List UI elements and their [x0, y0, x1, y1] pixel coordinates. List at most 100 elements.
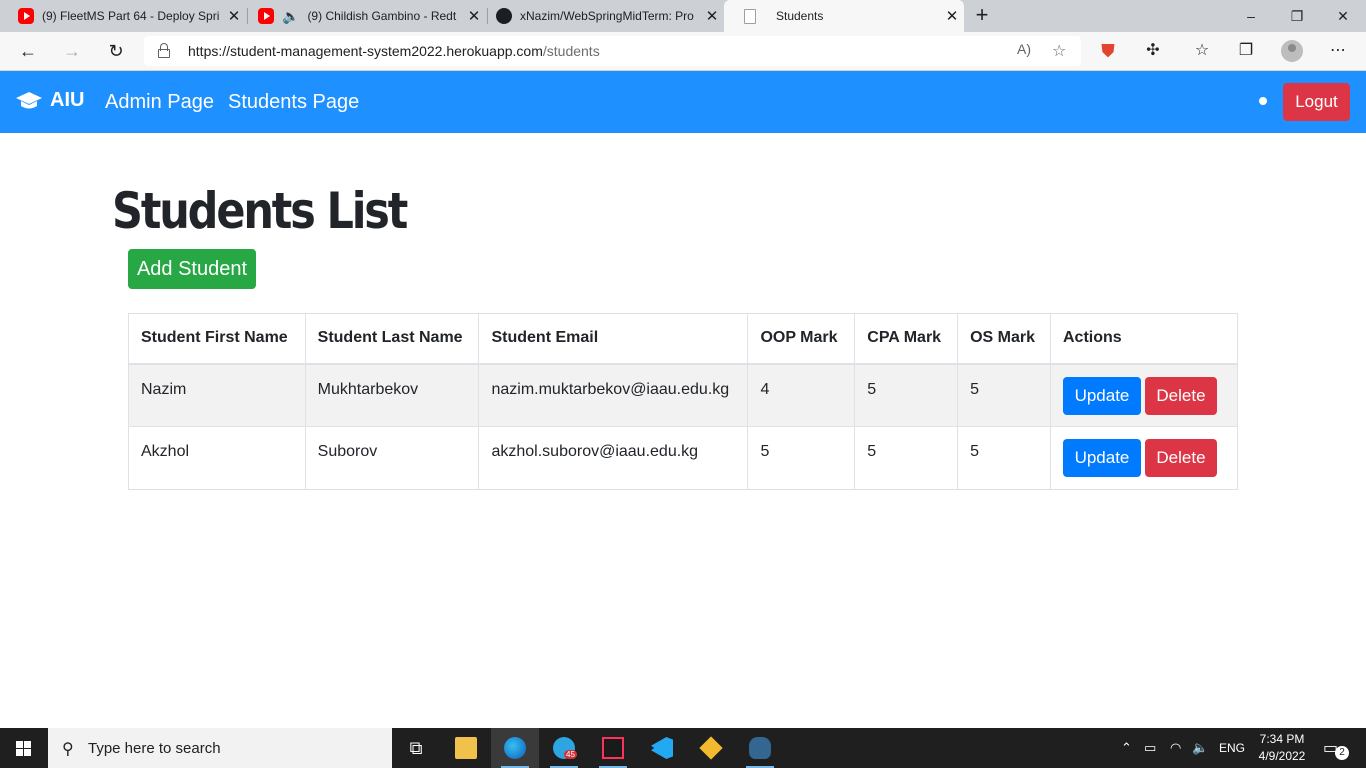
- edge-app[interactable]: [491, 728, 539, 768]
- column-header: Student Last Name: [304, 313, 480, 365]
- windows-taskbar: ⚲ Type here to search ⧉ 45 ⌃ ▭ ◠ 🔈 ENG 7…: [0, 728, 1366, 768]
- browser-tab-strip: (9) FleetMS Part 64 - Deploy Spri ✕ 🔈 (9…: [0, 0, 1366, 32]
- search-placeholder: Type here to search: [88, 740, 221, 757]
- notification-count: 2: [1335, 746, 1349, 760]
- column-header: Actions: [1049, 313, 1239, 365]
- table-row: Akzhol Suborov akzhol.suborov@iaau.edu.k…: [128, 426, 1239, 490]
- extensions-icon[interactable]: ✣: [1142, 40, 1164, 62]
- profile-icon[interactable]: [1281, 40, 1303, 62]
- cell-first-name: Nazim: [128, 363, 306, 427]
- url-text: https://student-management-system2022.he…: [188, 43, 600, 59]
- collections-icon[interactable]: ❐: [1235, 40, 1257, 62]
- page-icon: [744, 8, 756, 24]
- file-explorer-app[interactable]: [442, 728, 490, 768]
- intellij-app[interactable]: [589, 728, 637, 768]
- address-bar[interactable]: https://student-management-system2022.he…: [144, 36, 1081, 66]
- tab-title: Students: [776, 9, 824, 23]
- cell-email: akzhol.suborov@iaau.edu.kg: [478, 426, 749, 490]
- students-table: Student First Name Student Last Name Stu…: [128, 313, 1239, 490]
- close-tab-icon[interactable]: ✕: [700, 7, 724, 25]
- binance-icon: [699, 736, 723, 760]
- add-favorite-icon[interactable]: ☆: [1052, 41, 1066, 61]
- table-header-row: Student First Name Student Last Name Stu…: [128, 313, 1239, 365]
- github-icon: [496, 8, 512, 24]
- close-tab-icon[interactable]: ✕: [940, 7, 964, 25]
- windows-logo-icon: [16, 741, 32, 756]
- youtube-icon: [258, 8, 274, 24]
- cell-last-name: Suborov: [304, 426, 480, 490]
- forward-icon[interactable]: →: [57, 37, 87, 65]
- nav-admin-page[interactable]: Admin Page: [105, 91, 214, 114]
- column-header: Student First Name: [128, 313, 306, 365]
- cell-os-mark: 5: [957, 363, 1051, 427]
- close-window-button[interactable]: ✕: [1320, 0, 1366, 32]
- folder-icon: [455, 737, 477, 759]
- cell-email: nazim.muktarbekov@iaau.edu.kg: [478, 363, 749, 427]
- update-button[interactable]: Update: [1062, 439, 1141, 477]
- task-view-icon[interactable]: ⧉: [392, 728, 440, 768]
- start-button[interactable]: [0, 728, 48, 768]
- lock-icon[interactable]: [158, 43, 170, 58]
- browser-tab[interactable]: xNazim/WebSpringMidTerm: Pro ✕: [488, 0, 724, 32]
- graduation-cap-icon: [16, 91, 42, 108]
- delete-button[interactable]: Delete: [1144, 376, 1217, 415]
- column-header: CPA Mark: [854, 313, 959, 365]
- cell-os-mark: 5: [957, 426, 1051, 490]
- system-clock[interactable]: 7:34 PM 4/9/2022: [1252, 731, 1312, 765]
- tab-title: (9) FleetMS Part 64 - Deploy Spri: [42, 9, 220, 23]
- close-tab-icon[interactable]: ✕: [462, 7, 486, 25]
- shield-icon[interactable]: ⛊: [1097, 40, 1119, 62]
- add-student-button[interactable]: Add Student: [128, 249, 256, 289]
- back-icon[interactable]: ←: [13, 37, 43, 65]
- speaker-icon[interactable]: 🔈: [282, 8, 299, 25]
- column-header: Student Email: [478, 313, 749, 365]
- vscode-app[interactable]: [638, 728, 686, 768]
- binance-app[interactable]: [687, 728, 735, 768]
- refresh-icon[interactable]: ↻: [101, 37, 131, 65]
- notification-center-icon[interactable]: ▭ 2: [1323, 738, 1349, 760]
- logout-button[interactable]: Logut: [1283, 83, 1350, 121]
- browser-tab-active[interactable]: Students ✕: [724, 0, 964, 32]
- browser-tab[interactable]: (9) FleetMS Part 64 - Deploy Spri ✕: [0, 0, 246, 32]
- nav-students-page[interactable]: Students Page: [228, 91, 359, 114]
- intellij-icon: [602, 737, 624, 759]
- browser-toolbar: ← → ↻ https://student-management-system2…: [0, 32, 1366, 71]
- tab-title: xNazim/WebSpringMidTerm: Pro: [520, 9, 694, 23]
- more-menu-icon[interactable]: ⋯: [1327, 40, 1349, 62]
- telegram-app[interactable]: 45: [540, 728, 588, 768]
- battery-icon[interactable]: ▭: [1144, 728, 1156, 768]
- new-tab-button[interactable]: +: [968, 0, 996, 32]
- cell-oop-mark: 5: [747, 426, 856, 490]
- chevron-up-icon[interactable]: ⌃: [1121, 728, 1132, 768]
- cell-cpa-mark: 5: [854, 426, 959, 490]
- update-button[interactable]: Update: [1062, 376, 1141, 415]
- search-icon: ⚲: [62, 741, 74, 758]
- delete-button[interactable]: Delete: [1144, 439, 1217, 477]
- wifi-icon[interactable]: ◠: [1170, 728, 1181, 768]
- url-path: /students: [542, 43, 600, 59]
- column-header: OS Mark: [957, 313, 1051, 365]
- volume-icon[interactable]: 🔈: [1192, 728, 1208, 768]
- cell-actions: Update Delete: [1049, 363, 1239, 427]
- taskbar-search-box[interactable]: ⚲ Type here to search: [48, 728, 392, 768]
- cell-oop-mark: 4: [747, 363, 856, 427]
- minimize-button[interactable]: –: [1228, 0, 1274, 32]
- column-header: OOP Mark: [747, 313, 856, 365]
- cell-cpa-mark: 5: [854, 363, 959, 427]
- browser-tab[interactable]: 🔈 (9) Childish Gambino - Redt ✕: [248, 0, 486, 32]
- edge-icon: [504, 737, 526, 759]
- tab-title: (9) Childish Gambino - Redt: [307, 9, 457, 23]
- language-indicator[interactable]: ENG: [1219, 728, 1245, 768]
- unread-badge: 45: [564, 750, 577, 759]
- restore-button[interactable]: ❐: [1274, 0, 1320, 32]
- vscode-icon: [651, 737, 673, 759]
- brand-link[interactable]: AIU: [16, 89, 84, 112]
- close-tab-icon[interactable]: ✕: [222, 7, 246, 25]
- nav-indicator-dot: [1259, 97, 1267, 105]
- page-title: Students List: [112, 182, 408, 240]
- youtube-icon: [18, 8, 34, 24]
- favorites-icon[interactable]: ☆: [1191, 40, 1213, 62]
- read-aloud-icon[interactable]: A): [1017, 41, 1031, 57]
- table-row: Nazim Mukhtarbekov nazim.muktarbekov@iaa…: [128, 363, 1239, 427]
- pgadmin-app[interactable]: [736, 728, 784, 768]
